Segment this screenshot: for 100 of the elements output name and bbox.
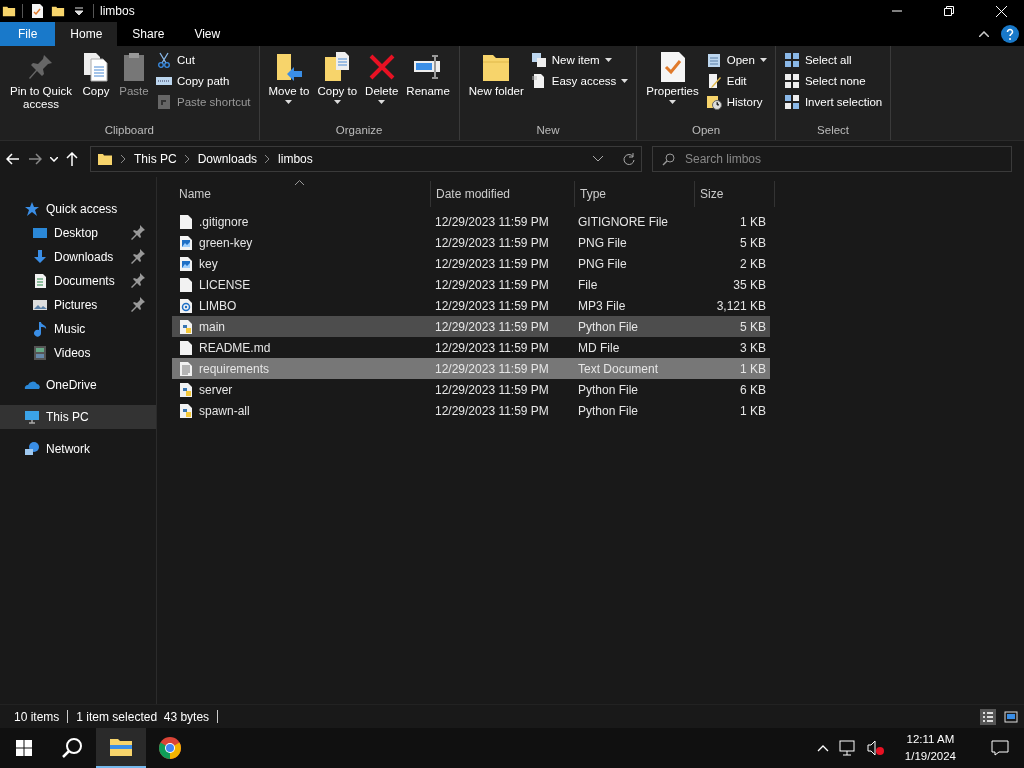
ribbon-tab[interactable]: Share	[117, 22, 180, 46]
select-none-icon	[783, 73, 800, 89]
date-cell-text: 12/29/2023 11:59 PM	[434, 214, 550, 229]
file-row[interactable]: requirements 12/29/2023 11:59 PM Text Document 1 KB	[172, 358, 770, 379]
caret-icon	[669, 100, 677, 104]
type-cell-text: MD File	[577, 340, 621, 355]
ribbon-button[interactable]: Select all	[781, 51, 885, 69]
file-row[interactable]: spawn-all 12/29/2023 11:59 PM Python File 1 KB	[172, 400, 770, 421]
caret-icon	[759, 58, 767, 62]
ribbon-button[interactable]: New item	[528, 51, 631, 69]
ribbon-button[interactable]: New folder	[465, 49, 527, 124]
recent-locations-button[interactable]	[50, 156, 58, 162]
column-header[interactable]: Type	[575, 181, 695, 207]
ribbon-button[interactable]: Edit	[703, 72, 769, 90]
ribbon-button[interactable]: Rename	[403, 49, 453, 124]
date-cell-text: 12/29/2023 11:59 PM	[434, 403, 550, 418]
type-cell-text: PNG File	[577, 235, 628, 250]
sidebar-item[interactable]: Documents	[0, 269, 156, 293]
file-icon	[179, 213, 193, 230]
ribbon-button[interactable]: Copy to	[314, 49, 361, 124]
ribbon-button[interactable]: Open	[703, 51, 769, 69]
size-cell-text: 1 KB	[739, 403, 767, 418]
date-cell-text: 12/29/2023 11:59 PM	[434, 298, 550, 313]
ribbon-button[interactable]: Copy	[78, 49, 114, 124]
breadcrumb[interactable]: limbos	[278, 152, 313, 166]
network-icon	[24, 441, 40, 457]
music-icon	[32, 321, 48, 337]
address-bar[interactable]: This PC Downloads limbos	[90, 146, 642, 172]
size-cell-text: 1 KB	[739, 214, 767, 229]
invert-selection-icon	[783, 94, 800, 110]
pin-icon	[130, 295, 146, 312]
type-cell-text: PNG File	[577, 256, 628, 271]
ribbon-button[interactable]: Easy access	[528, 72, 631, 90]
forward-button[interactable]	[28, 153, 42, 165]
file-row[interactable]: main 12/29/2023 11:59 PM Python File 5 KB	[172, 316, 770, 337]
document-icon	[530, 73, 547, 89]
file-explorer-taskbar-icon[interactable]	[96, 728, 146, 768]
column-header[interactable]: Date modified	[431, 181, 575, 207]
file-row[interactable]: README.md 12/29/2023 11:59 PM MD File 3 KB	[172, 337, 770, 358]
close-icon	[995, 5, 1007, 17]
back-button[interactable]	[6, 153, 20, 165]
ribbon-button[interactable]: Cut	[154, 51, 253, 69]
ribbon-button[interactable]: Copy path	[154, 72, 253, 90]
refresh-button[interactable]	[623, 153, 635, 165]
group-label: Open	[691, 124, 722, 138]
type-cell-text: GITIGNORE File	[577, 214, 669, 229]
sidebar-item[interactable]: Music	[0, 317, 156, 341]
details-view-button[interactable]	[980, 708, 996, 725]
caret-icon	[285, 100, 293, 104]
ribbon-button[interactable]: Move to	[265, 49, 313, 124]
ribbon-button[interactable]: Select none	[781, 72, 885, 90]
column-header[interactable]: Name	[174, 181, 431, 207]
column-header[interactable]: Size	[695, 181, 775, 207]
ribbon-button[interactable]: Invert selection	[781, 93, 885, 111]
sidebar-item[interactable]: This PC	[0, 405, 156, 429]
sidebar-item[interactable]: Desktop	[0, 221, 156, 245]
address-dropdown-button[interactable]	[593, 156, 603, 162]
ribbon-button[interactable]: Delete	[362, 49, 402, 124]
volume-muted-icon[interactable]	[866, 740, 885, 756]
file-name: spawn-all	[199, 403, 250, 418]
breadcrumb[interactable]: This PC	[134, 152, 177, 166]
ribbon-tab[interactable]: Home	[55, 22, 118, 46]
ribbon-button[interactable]: History	[703, 93, 769, 111]
file-row[interactable]: .gitignore 12/29/2023 11:59 PM GITIGNORE File 1 KB	[172, 211, 770, 232]
folder-icon	[97, 151, 113, 167]
up-button[interactable]	[66, 152, 78, 166]
pictures-icon	[32, 297, 48, 313]
network-icon[interactable]	[838, 740, 857, 756]
file-name: LICENSE	[199, 277, 251, 292]
size-cell-text: 2 KB	[739, 256, 767, 271]
ribbon-tab[interactable]: File	[0, 22, 56, 46]
sidebar-item[interactable]: Pictures	[0, 293, 156, 317]
chevron-up-icon[interactable]	[816, 744, 829, 752]
large-icons-view-button[interactable]	[1002, 708, 1020, 725]
ribbon-tab[interactable]: View	[179, 22, 236, 46]
group-label: New	[535, 124, 561, 138]
selection-info: 1 item selected 43 bytes	[76, 709, 210, 724]
sidebar-item[interactable]: OneDrive	[0, 373, 156, 397]
copy-icon	[81, 51, 111, 83]
file-row[interactable]: key 12/29/2023 11:59 PM PNG File 2 KB	[172, 253, 770, 274]
ribbon-button[interactable]: Properties	[643, 49, 702, 124]
sidebar-item[interactable]: Videos	[0, 341, 156, 365]
clock[interactable]: 12:11 AM 1/19/2024	[894, 731, 966, 765]
file-name: README.md	[199, 340, 271, 355]
file-row[interactable]: green-key 12/29/2023 11:59 PM PNG File 5 KB	[172, 232, 770, 253]
size-cell-text: 6 KB	[739, 382, 767, 397]
caret-icon	[604, 58, 612, 62]
breadcrumb[interactable]: Downloads	[197, 152, 258, 166]
search-field[interactable]: Search limbos	[652, 146, 1012, 172]
file-row[interactable]: LIMBO 12/29/2023 11:59 PM MP3 File 3,121 KB	[172, 295, 770, 316]
pin-icon	[130, 247, 146, 264]
search-icon	[61, 737, 83, 759]
file-row[interactable]: LICENSE 12/29/2023 11:59 PM File 35 KB	[172, 274, 770, 295]
sidebar-item[interactable]: Quick access	[0, 197, 156, 221]
sidebar-item[interactable]: Downloads	[0, 245, 156, 269]
item-count: 10 items	[14, 709, 60, 724]
sidebar-item[interactable]: Network	[0, 437, 156, 461]
ribbon-button[interactable]: Pin to Quick access	[6, 49, 76, 124]
speech-bubble-icon	[991, 740, 1009, 756]
file-row[interactable]: server 12/29/2023 11:59 PM Python File 6 KB	[172, 379, 770, 400]
